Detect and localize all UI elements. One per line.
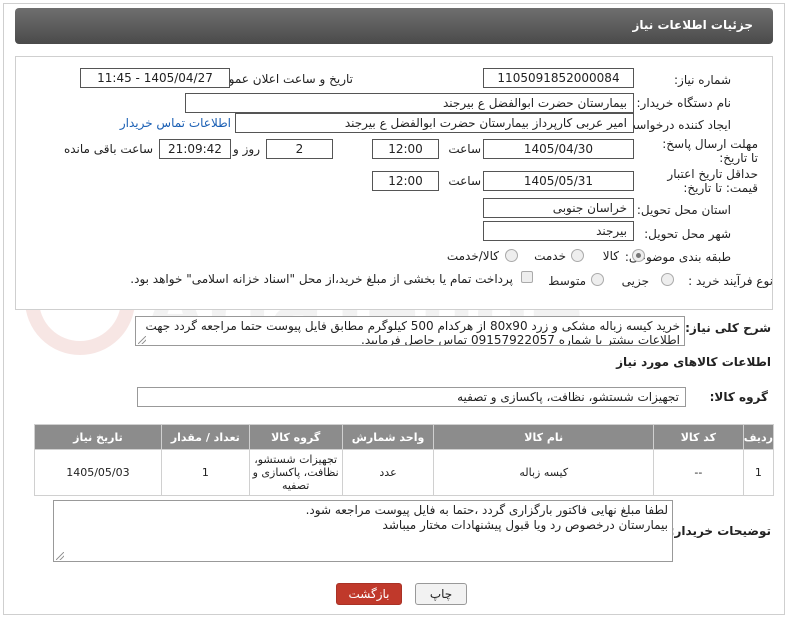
need-number-label: شماره نیاز: — [674, 73, 731, 87]
reply-deadline-label: مهلت ارسال پاسخ: تا تاریخ: — [662, 137, 758, 165]
remaining-time-label: ساعت باقی مانده — [63, 142, 153, 156]
col-row: ردیف — [742, 424, 775, 450]
table-header-row: ردیف کد کالا نام کالا واحد شمارش گروه کا… — [34, 424, 775, 450]
category-radio-goods-service[interactable] — [505, 249, 518, 262]
process-radio-minor[interactable] — [661, 273, 674, 286]
notes-resize-handle-icon[interactable] — [56, 552, 64, 560]
description-text: خرید کیسه زباله مشکی و زرد 80x90 از هرکد… — [145, 319, 680, 346]
buyer-notes-field: لطفا مبلغ نهایی فاکتور بارگزاری گردد ،حت… — [53, 500, 673, 562]
process-option-minor: جزیی — [621, 274, 649, 288]
delivery-city-label: شهر محل تحویل: — [644, 227, 731, 241]
delivery-province-label: استان محل تحویل: — [636, 203, 731, 217]
days-label: روز و — [233, 142, 260, 156]
col-date: تاریخ نیاز — [34, 424, 162, 450]
buyer-org-field: بیمارستان حضرت ابوالفضل ع بیرجند — [185, 93, 634, 113]
remaining-time-field: 21:09:42 — [159, 139, 231, 159]
need-number-field: 1105091852000084 — [483, 68, 634, 88]
col-name: نام کالا — [433, 424, 654, 450]
reply-time-field: 12:00 — [372, 139, 439, 159]
col-unit: واحد شمارش — [341, 424, 435, 450]
table-row: 1 -- کیسه زباله عدد تجهیزات شستشو، نظافت… — [34, 449, 775, 496]
buyer-contact-link[interactable]: اطلاعات تماس خریدار — [120, 116, 231, 130]
price-time-label: ساعت — [448, 174, 481, 188]
description-label: شرح کلی نیاز: — [685, 321, 771, 335]
category-option-goods-service: کالا/خدمت — [446, 249, 499, 263]
reply-time-label: ساعت — [448, 142, 481, 156]
price-time-field: 12:00 — [372, 171, 439, 191]
process-radio-medium[interactable] — [591, 273, 604, 286]
col-quantity: تعداد / مقدار — [160, 424, 250, 450]
treasury-checkbox[interactable] — [521, 271, 533, 283]
print-button[interactable]: چاپ — [415, 583, 467, 605]
cell-code: -- — [652, 449, 744, 496]
cell-row: 1 — [742, 449, 775, 496]
cell-date: 1405/05/03 — [34, 449, 162, 496]
process-label: نوع فرآیند خرید : — [688, 274, 773, 288]
category-option-goods: کالا — [602, 249, 619, 263]
goods-table: ردیف کد کالا نام کالا واحد شمارش گروه کا… — [34, 424, 775, 496]
col-group: گروه کالا — [248, 424, 343, 450]
buyer-notes-label: توضیحات خریدار: — [669, 524, 771, 538]
col-code: کد کالا — [652, 424, 744, 450]
buyer-notes-line-1: لطفا مبلغ نهایی فاکتور بارگزاری گردد ،حت… — [305, 503, 668, 517]
days-field: 2 — [266, 139, 333, 159]
requester-field: امیر عربی کارپرداز بیمارستان حضرت ابوالف… — [235, 113, 634, 133]
delivery-province-field: خراسان جنوبی — [483, 198, 634, 218]
requester-label: ایجاد کننده درخواست: — [620, 118, 731, 132]
process-option-medium: متوسط — [548, 274, 586, 288]
back-button[interactable]: بازگشت — [336, 583, 402, 605]
goods-group-label: گروه کالا: — [709, 390, 768, 404]
goods-section-title: اطلاعات کالاهای مورد نیاز — [616, 355, 771, 369]
reply-date-field: 1405/04/30 — [483, 139, 634, 159]
price-date-field: 1405/05/31 — [483, 171, 634, 191]
category-option-service: خدمت — [534, 249, 566, 263]
cell-name: کیسه زباله — [433, 449, 654, 496]
cell-group: تجهیزات شستشو، نظافت، پاکسازی و تصفیه — [248, 449, 343, 496]
resize-handle-icon[interactable] — [138, 336, 146, 344]
category-radio-service[interactable] — [571, 249, 584, 262]
price-validity-label: حداقل تاریخ اعتبار قیمت: تا تاریخ: — [667, 167, 758, 195]
cell-unit: عدد — [341, 449, 435, 496]
category-radio-goods[interactable] — [632, 249, 645, 262]
buyer-notes-line-2: بیمارستان درخصوص رد ویا قبول پیشنهادات م… — [382, 518, 668, 532]
payment-note: پرداخت تمام یا بخشی از مبلغ خرید،از محل … — [130, 272, 513, 286]
page-title: جزئیات اطلاعات نیاز — [632, 18, 753, 32]
header-bar: جزئیات اطلاعات نیاز — [15, 8, 773, 44]
announce-date-field: 1405/04/27 - 11:45 — [80, 68, 230, 88]
cell-quantity: 1 — [160, 449, 250, 496]
goods-group-field: تجهیزات شستشو، نظافت، پاکسازی و تصفیه — [137, 387, 686, 407]
delivery-city-field: بیرجند — [483, 221, 634, 241]
buyer-org-label: نام دستگاه خریدار: — [636, 96, 732, 110]
description-field: خرید کیسه زباله مشکی و زرد 80x90 از هرکد… — [135, 316, 685, 346]
